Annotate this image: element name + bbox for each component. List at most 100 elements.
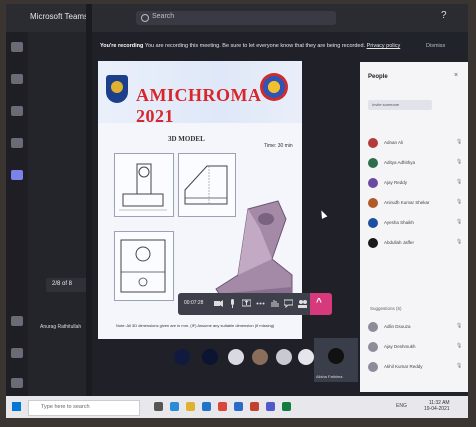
participant-row[interactable]: Abdullah Jaffer 🎙 bbox=[366, 236, 466, 252]
mic-muted-icon: 🎙 bbox=[456, 179, 463, 185]
college-logo bbox=[106, 75, 128, 103]
mic-muted-icon: 🎙 bbox=[456, 199, 463, 205]
windows-start-icon[interactable] bbox=[12, 402, 21, 411]
calendar-icon[interactable] bbox=[11, 106, 23, 116]
recording-bold: You're recording bbox=[100, 43, 144, 49]
participant-bubble[interactable] bbox=[174, 349, 190, 365]
top-view-drawing bbox=[114, 231, 174, 301]
team-name[interactable]: Anurag Rathitullah bbox=[40, 324, 81, 330]
mic-muted-icon: 🎙 bbox=[456, 139, 463, 145]
leave-button[interactable]: ^ bbox=[310, 293, 332, 315]
search-box[interactable]: Search bbox=[136, 11, 336, 25]
participant-avatar bbox=[368, 218, 378, 228]
front-view-drawing bbox=[114, 153, 174, 217]
slide-time: Time: 30 min bbox=[264, 143, 293, 149]
chrome-icon[interactable] bbox=[218, 402, 227, 411]
participant-name: Adnan Ali bbox=[384, 140, 404, 145]
app-title: Microsoft Teams bbox=[30, 12, 89, 21]
participant-row[interactable]: Anirudh Kumar Shekar 🎙 bbox=[366, 196, 466, 212]
others-heading: Suggestions (5) bbox=[370, 306, 402, 311]
meeting-control-bar: 00:07:28 ^ bbox=[178, 293, 332, 315]
participant-name: Abdullah Jaffer bbox=[384, 240, 414, 245]
participant-name: Ajay Deshmukh bbox=[384, 344, 416, 349]
taskbar-search-placeholder: Type here to search bbox=[41, 404, 90, 410]
powerpoint-icon[interactable] bbox=[250, 402, 259, 411]
help-icon[interactable]: ? bbox=[441, 10, 447, 21]
word-icon[interactable] bbox=[234, 402, 243, 411]
participant-row[interactable]: Ajay Deshmukh 🎙 bbox=[366, 340, 466, 356]
participant-bubble[interactable] bbox=[228, 349, 244, 365]
participant-name: Anirudh Kumar Shekar bbox=[384, 200, 430, 205]
teams-icon[interactable] bbox=[11, 170, 23, 180]
help-rail-icon[interactable] bbox=[11, 348, 23, 358]
mic-muted-icon: 🎙 bbox=[456, 239, 463, 245]
participant-row[interactable]: Aditya Adhithya 🎙 bbox=[366, 156, 466, 172]
taskbar-search[interactable]: Type here to search bbox=[28, 400, 140, 416]
mic-muted-icon: 🎙 bbox=[456, 323, 463, 329]
file-explorer-icon[interactable] bbox=[186, 402, 195, 411]
people-title: People bbox=[368, 74, 388, 80]
teams-title-bar: Microsoft Teams Search ? bbox=[6, 4, 468, 32]
self-name: Alisha Fathima bbox=[316, 374, 343, 379]
participants-icon[interactable] bbox=[298, 299, 307, 308]
meeting-timer: 00:07:28 bbox=[184, 300, 204, 306]
camera-icon[interactable] bbox=[214, 299, 223, 308]
participant-avatar bbox=[368, 198, 378, 208]
self-view-tile: Alisha Fathima bbox=[314, 338, 358, 382]
raise-hand-icon[interactable] bbox=[270, 299, 279, 308]
participant-avatar bbox=[368, 238, 378, 248]
teams-taskbar-icon[interactable] bbox=[266, 402, 275, 411]
participant-avatar bbox=[368, 158, 378, 168]
assignments-icon[interactable] bbox=[11, 138, 23, 148]
language-indicator[interactable]: ENG bbox=[396, 403, 407, 409]
share-screen-icon[interactable] bbox=[242, 299, 251, 308]
clock-date: 19-04-2021 bbox=[424, 406, 450, 412]
leave-icon: ^ bbox=[316, 297, 322, 308]
taskbar-clock[interactable]: 11:32 AM 19-04-2021 bbox=[424, 400, 450, 412]
device-icon[interactable] bbox=[11, 378, 23, 388]
privacy-link[interactable]: Privacy policy bbox=[367, 43, 401, 49]
invite-placeholder: Invite someone bbox=[372, 102, 400, 107]
edge-icon[interactable] bbox=[170, 402, 179, 411]
recording-text: You're recording You are recording this … bbox=[100, 43, 400, 49]
slide-header: AMICHROMA 2021 bbox=[98, 61, 302, 126]
participant-name: Ajay Reddy bbox=[384, 180, 408, 185]
team-panel: 2/8 of 8 Anurag Rathitullah bbox=[28, 32, 100, 402]
screen: Microsoft Teams Search ? 2/8 of 8 Anurag… bbox=[6, 4, 468, 418]
excel-icon[interactable] bbox=[282, 402, 291, 411]
chat-toggle-icon[interactable] bbox=[284, 299, 293, 308]
more-options-icon[interactable] bbox=[256, 299, 265, 308]
mic-muted-icon: 🎙 bbox=[456, 363, 463, 369]
participant-avatar bbox=[368, 138, 378, 148]
windows-taskbar: Type here to search ENG 11:32 AM 19-04-2… bbox=[6, 396, 468, 418]
invite-box[interactable]: Invite someone bbox=[368, 100, 432, 110]
people-panel: People × Invite someone Adnan Ali 🎙 Aditya… bbox=[360, 62, 468, 392]
participant-row[interactable]: Akhil Kumar Reddy 🎙 bbox=[366, 360, 466, 376]
participant-bubble[interactable] bbox=[202, 349, 218, 365]
participant-row[interactable]: Ajay Reddy 🎙 bbox=[366, 176, 466, 192]
event-logo bbox=[260, 73, 288, 101]
participant-bubble[interactable] bbox=[276, 349, 292, 365]
participant-row[interactable]: Adnan Ali 🎙 bbox=[366, 136, 466, 152]
slide-subtitle: 3D MODEL bbox=[168, 135, 205, 143]
dismiss-button[interactable]: Dismiss bbox=[426, 43, 445, 49]
mic-muted-icon: 🎙 bbox=[456, 343, 463, 349]
activity-icon[interactable] bbox=[11, 42, 23, 52]
participant-name: Ayesha Shaikh bbox=[384, 220, 414, 225]
participant-name: Akhil Kumar Reddy bbox=[384, 364, 423, 369]
apps-icon[interactable] bbox=[11, 316, 23, 326]
chat-icon[interactable] bbox=[11, 74, 23, 84]
participant-name: Aditya Adhithya bbox=[384, 160, 416, 165]
participant-row[interactable]: Adlin Dsouza 🎙 bbox=[366, 320, 466, 336]
store-icon[interactable] bbox=[202, 402, 211, 411]
participant-bubble[interactable] bbox=[298, 349, 314, 365]
task-view-icon[interactable] bbox=[154, 402, 163, 411]
participant-row[interactable]: Ayesha Shaikh 🎙 bbox=[366, 216, 466, 232]
recording-banner: You're recording You are recording this … bbox=[92, 40, 468, 54]
slide-note: Note: All 3D dimensions given are in mm.… bbox=[116, 323, 275, 328]
participant-avatar bbox=[368, 362, 378, 372]
participant-avatar bbox=[368, 342, 378, 352]
microphone-icon[interactable] bbox=[228, 299, 237, 308]
participant-bubble[interactable] bbox=[252, 349, 268, 365]
close-icon[interactable]: × bbox=[454, 72, 458, 79]
